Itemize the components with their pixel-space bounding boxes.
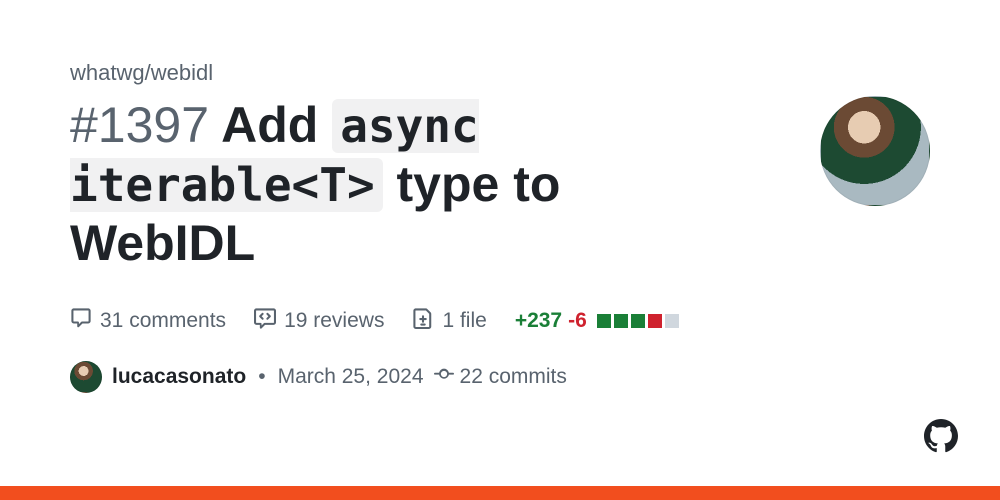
code-review-icon [254, 307, 276, 335]
comments-stat[interactable]: 31 comments [70, 307, 226, 335]
commits-label: 22 commits [460, 365, 567, 389]
author-avatar-large[interactable] [820, 96, 930, 206]
pr-title[interactable]: #1397 Add async iterable<T> type to WebI… [70, 96, 730, 273]
file-diff-icon [412, 307, 434, 335]
comments-label: 31 comments [100, 309, 226, 333]
social-preview-card: whatwg/webidl #1397 Add async iterable<T… [0, 0, 1000, 500]
diff-blocks [597, 314, 679, 328]
diff-block [597, 314, 611, 328]
diffstat[interactable]: +237 -6 [515, 309, 679, 333]
diff-block [614, 314, 628, 328]
commits-stat[interactable]: 22 commits [434, 364, 567, 390]
additions: +237 [515, 309, 562, 333]
files-stat[interactable]: 1 file [412, 307, 486, 335]
comment-icon [70, 307, 92, 335]
author-username[interactable]: lucacasonato [112, 365, 246, 389]
accent-bar [0, 486, 1000, 500]
files-label: 1 file [442, 309, 486, 333]
diff-block [648, 314, 662, 328]
reviews-stat[interactable]: 19 reviews [254, 307, 384, 335]
stats-row: 31 comments 19 reviews 1 file +237 -6 [70, 307, 930, 335]
separator-dot [256, 365, 267, 389]
author-avatar-small[interactable] [70, 361, 102, 393]
title-row: #1397 Add async iterable<T> type to WebI… [70, 96, 930, 273]
issue-number: #1397 [70, 97, 209, 153]
byline: lucacasonato March 25, 2024 22 commits [70, 361, 930, 393]
github-logo[interactable] [924, 419, 958, 458]
author-date: March 25, 2024 [278, 365, 424, 389]
reviews-label: 19 reviews [284, 309, 384, 333]
diff-block [631, 314, 645, 328]
commit-icon [434, 364, 454, 390]
repo-path[interactable]: whatwg/webidl [70, 60, 930, 86]
diff-block [665, 314, 679, 328]
deletions: -6 [568, 309, 587, 333]
